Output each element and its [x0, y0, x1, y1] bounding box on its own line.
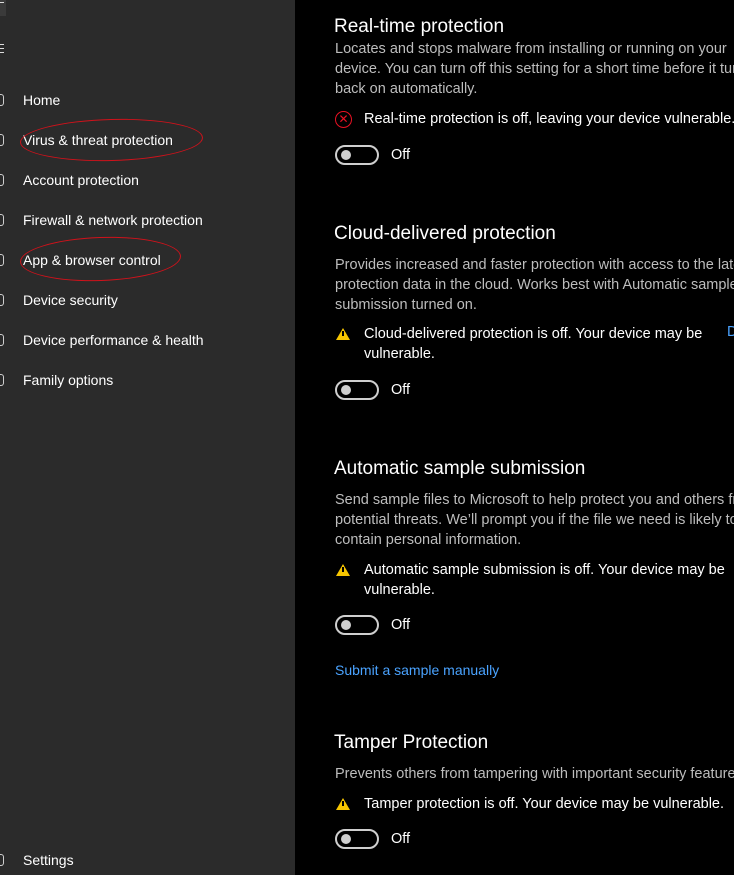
status-text: Cloud-delivered protection is off. Your … — [364, 326, 703, 362]
sidebar: Home Virus & threat protection Account p… — [0, 0, 295, 875]
toggle-state-label: Off — [391, 831, 411, 847]
sidebar-item-device-security[interactable]: Device security — [0, 283, 295, 319]
sidebar-item-label: Firewall & network protection — [23, 212, 203, 228]
person-icon — [0, 174, 4, 186]
toggle-knob — [341, 620, 351, 630]
status-text: Real-time protection is off, leaving you… — [364, 111, 734, 127]
sidebar-item-label: Device security — [23, 292, 118, 308]
dismiss-link[interactable]: D — [727, 324, 734, 340]
warning-icon — [336, 798, 350, 810]
toggle-knob — [341, 385, 351, 395]
section-description: Provides increased and faster protection… — [335, 257, 734, 313]
toggle-state-label: Off — [391, 147, 411, 163]
browser-icon — [0, 254, 4, 266]
tamper-protection-toggle[interactable] — [335, 829, 379, 849]
family-icon — [0, 374, 4, 386]
sidebar-item-label: Home — [23, 92, 61, 108]
status-text: Automatic sample submission is off. Your… — [364, 562, 725, 598]
error-icon: ✕ — [335, 111, 352, 128]
sidebar-item-home[interactable]: Home — [0, 83, 295, 119]
back-icon[interactable] — [0, 0, 6, 16]
realtime-protection-toggle[interactable] — [335, 145, 379, 165]
sidebar-item-label: Virus & threat protection — [23, 132, 173, 148]
home-icon — [0, 94, 4, 106]
sidebar-item-settings[interactable]: Settings — [0, 843, 295, 875]
sidebar-item-virus-threat-protection[interactable]: Virus & threat protection — [0, 123, 295, 159]
sidebar-item-family-options[interactable]: Family options — [0, 363, 295, 399]
sidebar-item-label: Family options — [23, 372, 114, 388]
section-title: Real-time protection — [334, 16, 505, 37]
sidebar-item-app-browser-control[interactable]: App & browser control — [0, 243, 295, 279]
toggle-state-label: Off — [391, 617, 411, 633]
sidebar-item-label: Settings — [23, 852, 74, 868]
sidebar-item-label: App & browser control — [23, 252, 161, 268]
section-title: Tamper Protection — [334, 732, 489, 753]
warning-icon — [336, 564, 350, 576]
wifi-icon — [0, 214, 4, 226]
submit-sample-link[interactable]: Submit a sample manually — [335, 662, 499, 678]
sidebar-item-device-performance-health[interactable]: Device performance & health — [0, 323, 295, 359]
sidebar-item-firewall-network-protection[interactable]: Firewall & network protection — [0, 203, 295, 239]
section-description: Prevents others from tampering with impo… — [335, 766, 734, 782]
toggle-knob — [341, 150, 351, 160]
sidebar-item-account-protection[interactable]: Account protection — [0, 163, 295, 199]
shield-icon — [0, 134, 4, 146]
laptop-icon — [0, 294, 4, 306]
gear-icon — [0, 854, 4, 866]
warning-icon — [336, 328, 350, 340]
cloud-protection-toggle[interactable] — [335, 380, 379, 400]
section-title: Cloud-delivered protection — [334, 223, 556, 244]
toggle-knob — [341, 834, 351, 844]
section-description: Send sample files to Microsoft to help p… — [335, 492, 734, 548]
main-content: Real-time protection Locates and stops m… — [295, 0, 734, 875]
toggle-state-label: Off — [391, 382, 411, 398]
sidebar-item-label: Device performance & health — [23, 332, 204, 348]
sample-submission-toggle[interactable] — [335, 615, 379, 635]
section-description: Locates and stops malware from installin… — [335, 41, 734, 97]
status-text: Tamper protection is off. Your device ma… — [364, 796, 725, 812]
section-title: Automatic sample submission — [334, 458, 586, 479]
sidebar-item-label: Account protection — [23, 172, 139, 188]
heart-icon — [0, 334, 4, 346]
hamburger-icon[interactable] — [0, 44, 4, 54]
